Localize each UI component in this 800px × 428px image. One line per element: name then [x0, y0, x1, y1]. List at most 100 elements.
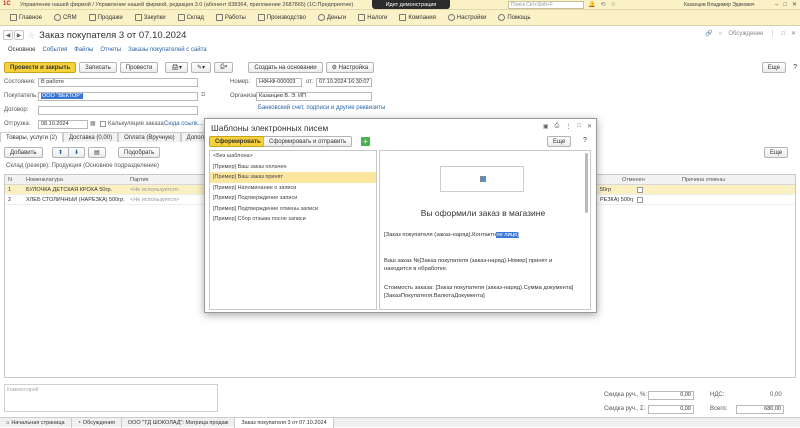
- save-button[interactable]: Записать: [79, 62, 117, 73]
- global-search-input[interactable]: Поиск Ctrl+Shift+F: [508, 1, 584, 9]
- template-item[interactable]: [Пример] Сбор отзыва после записи: [210, 214, 376, 225]
- dialog-more-button[interactable]: Еще: [547, 136, 572, 147]
- edit-menu-button[interactable]: ✎▾: [190, 62, 212, 73]
- taskbar-discussions[interactable]: ◔ Обсуждения: [72, 417, 122, 428]
- template-item[interactable]: [Пример] Ваш заказ оплачен: [210, 162, 376, 173]
- link-icon[interactable]: 🔗: [705, 30, 712, 37]
- menu-item-crm[interactable]: CRM: [48, 14, 83, 21]
- move-up-button[interactable]: ⬆: [52, 147, 70, 158]
- preview-scrollbar[interactable]: [585, 153, 588, 213]
- save-icon[interactable]: ▣: [543, 123, 549, 130]
- post-and-close-button[interactable]: Провести и закрыть: [4, 62, 77, 73]
- row-cancelled-checkbox[interactable]: [637, 186, 643, 193]
- close-icon[interactable]: ✕: [587, 123, 592, 130]
- subnav-site-orders[interactable]: Заказы покупателей с сайта: [128, 47, 207, 53]
- template-item[interactable]: [Пример] Напоминание о записи: [210, 183, 376, 194]
- favorite-star-icon[interactable]: ☆: [28, 31, 35, 40]
- tab-delivery[interactable]: Доставка (0,00): [62, 132, 119, 142]
- settings-button[interactable]: ⚙ Настройка: [325, 62, 375, 73]
- menu-item-production[interactable]: Производство: [252, 14, 312, 21]
- preview-heading: Вы оформили заказ в магазине: [420, 208, 546, 218]
- add-row-button[interactable]: Добавить: [4, 147, 43, 158]
- back-button[interactable]: ◀: [3, 30, 13, 40]
- more-icon[interactable]: ⋮: [769, 30, 775, 37]
- calendar-icon[interactable]: ▦: [90, 120, 96, 127]
- document-date-field[interactable]: 07.10.2024 16:30:07: [316, 78, 372, 87]
- move-down-button[interactable]: ⬇: [68, 147, 86, 158]
- comment-field[interactable]: Комментарий: [4, 384, 218, 412]
- history-icon[interactable]: ⟲: [600, 0, 605, 9]
- close-icon[interactable]: ✕: [792, 0, 797, 9]
- tab-payment[interactable]: Оплата (Вручную): [118, 132, 181, 142]
- template-item[interactable]: [Пример] Подтверждение отмены записи: [210, 204, 376, 215]
- menu-item-works[interactable]: Работы: [210, 14, 252, 21]
- menu-item-taxes[interactable]: Налоги: [352, 14, 393, 21]
- minimize-icon[interactable]: –: [775, 0, 778, 9]
- menu-item-warehouse[interactable]: Склад: [172, 14, 210, 21]
- discussion-link[interactable]: Обсуждение: [728, 31, 763, 37]
- discount-pct-field[interactable]: 0,00: [648, 391, 694, 400]
- menu-item-help[interactable]: Помощь: [492, 14, 536, 21]
- row-cancelled-checkbox[interactable]: [637, 196, 643, 203]
- close-document-icon[interactable]: ✕: [791, 30, 796, 37]
- user-name[interactable]: Казанцев Владимир Эдикович: [684, 0, 754, 9]
- shipment-date-field[interactable]: 08.10.2024: [38, 120, 88, 129]
- more-button[interactable]: Еще: [761, 62, 786, 73]
- generate-send-button[interactable]: Сформировать и отправить: [263, 136, 353, 147]
- barcode-button[interactable]: ▤: [88, 147, 106, 158]
- maximize-icon[interactable]: □: [783, 0, 787, 9]
- print-icon[interactable]: ⎙: [555, 123, 560, 130]
- forward-button[interactable]: ▶: [14, 30, 24, 40]
- total-label: Всего:: [710, 406, 728, 412]
- post-button[interactable]: Провести: [119, 62, 159, 73]
- discount-sum-field[interactable]: 0,00: [648, 405, 694, 414]
- bank-details-link[interactable]: Банковский счет, подписи и другие реквиз…: [258, 105, 385, 111]
- help-icon[interactable]: ?: [793, 64, 797, 71]
- select-items-button[interactable]: Подобрать: [118, 147, 161, 158]
- menu-item-main[interactable]: Главное: [4, 14, 48, 21]
- subnav-files[interactable]: Файлы: [74, 47, 93, 53]
- calc-checkbox[interactable]: [100, 121, 106, 127]
- create-based-button[interactable]: Создать на основании: [248, 62, 323, 73]
- restore-icon[interactable]: □: [577, 123, 581, 130]
- gear-icon: ⚙: [331, 65, 339, 71]
- subnav-reports[interactable]: Отчеты: [100, 47, 121, 53]
- print-menu-button[interactable]: 🖨▾: [165, 62, 188, 73]
- bell-icon[interactable]: 🔔: [588, 0, 595, 9]
- subnav-main[interactable]: Основное: [8, 47, 36, 53]
- generate-button[interactable]: Сформировать: [209, 136, 267, 147]
- taskbar-home[interactable]: ⌂ Начальная страница: [0, 417, 72, 428]
- email-preview: Вы оформили заказ в магазине [Заказ поку…: [379, 150, 591, 310]
- taskbar-order[interactable]: Заказ покупателя 3 от 07.10.2024: [235, 417, 334, 428]
- status-field[interactable]: В работе: [38, 78, 198, 87]
- number-field[interactable]: НФНФ-000003: [256, 78, 302, 87]
- printer-button[interactable]: ⎙▾: [214, 62, 234, 73]
- menu-item-settings[interactable]: Настройки: [442, 14, 492, 21]
- more-icon[interactable]: ⋮: [565, 123, 571, 130]
- calc-link[interactable]: Сюда ссылк...: [164, 121, 203, 127]
- contract-field[interactable]: [38, 106, 198, 115]
- subnav-events[interactable]: События: [43, 47, 68, 53]
- menu-item-purchases[interactable]: Закупки: [129, 14, 172, 21]
- buyer-field[interactable]: ООО "ВЕКТОР": [38, 92, 198, 101]
- template-item[interactable]: [Пример] Подтверждение записи: [210, 193, 376, 204]
- org-field[interactable]: Казанцев В. Э. ИП: [256, 92, 372, 101]
- template-item[interactable]: [Пример] Ваш заказ принят: [210, 172, 376, 183]
- template-item[interactable]: <Без шаблона>: [210, 151, 376, 162]
- menu-label: Помощь: [507, 14, 531, 21]
- menu-item-money[interactable]: Деньги: [312, 14, 352, 21]
- taskbar-sales-matrix[interactable]: ООО "ТД ШОКОЛАД": Матрица продаж: [122, 417, 236, 428]
- star-icon[interactable]: ☆: [611, 0, 616, 9]
- help-icon[interactable]: ?: [583, 137, 587, 144]
- restore-icon[interactable]: □: [781, 31, 785, 37]
- menu-item-company[interactable]: Компания: [393, 14, 441, 21]
- open-buyer-icon[interactable]: ⧉: [201, 92, 205, 99]
- discussion-icon[interactable]: ○: [719, 31, 723, 37]
- tab-goods[interactable]: Товары, услуги (2): [0, 132, 63, 142]
- calc-label: Калькуляция заказа: [108, 121, 164, 127]
- menu-item-sales[interactable]: Продажи: [83, 14, 129, 21]
- main-menu: Главное CRM Продажи Закупки Склад Работы…: [0, 10, 800, 26]
- warehouse-label[interactable]: Склад (резерв): Продукция (Основное подр…: [6, 163, 159, 169]
- grid-more-button[interactable]: Еще: [764, 147, 789, 158]
- add-icon[interactable]: +: [361, 137, 370, 146]
